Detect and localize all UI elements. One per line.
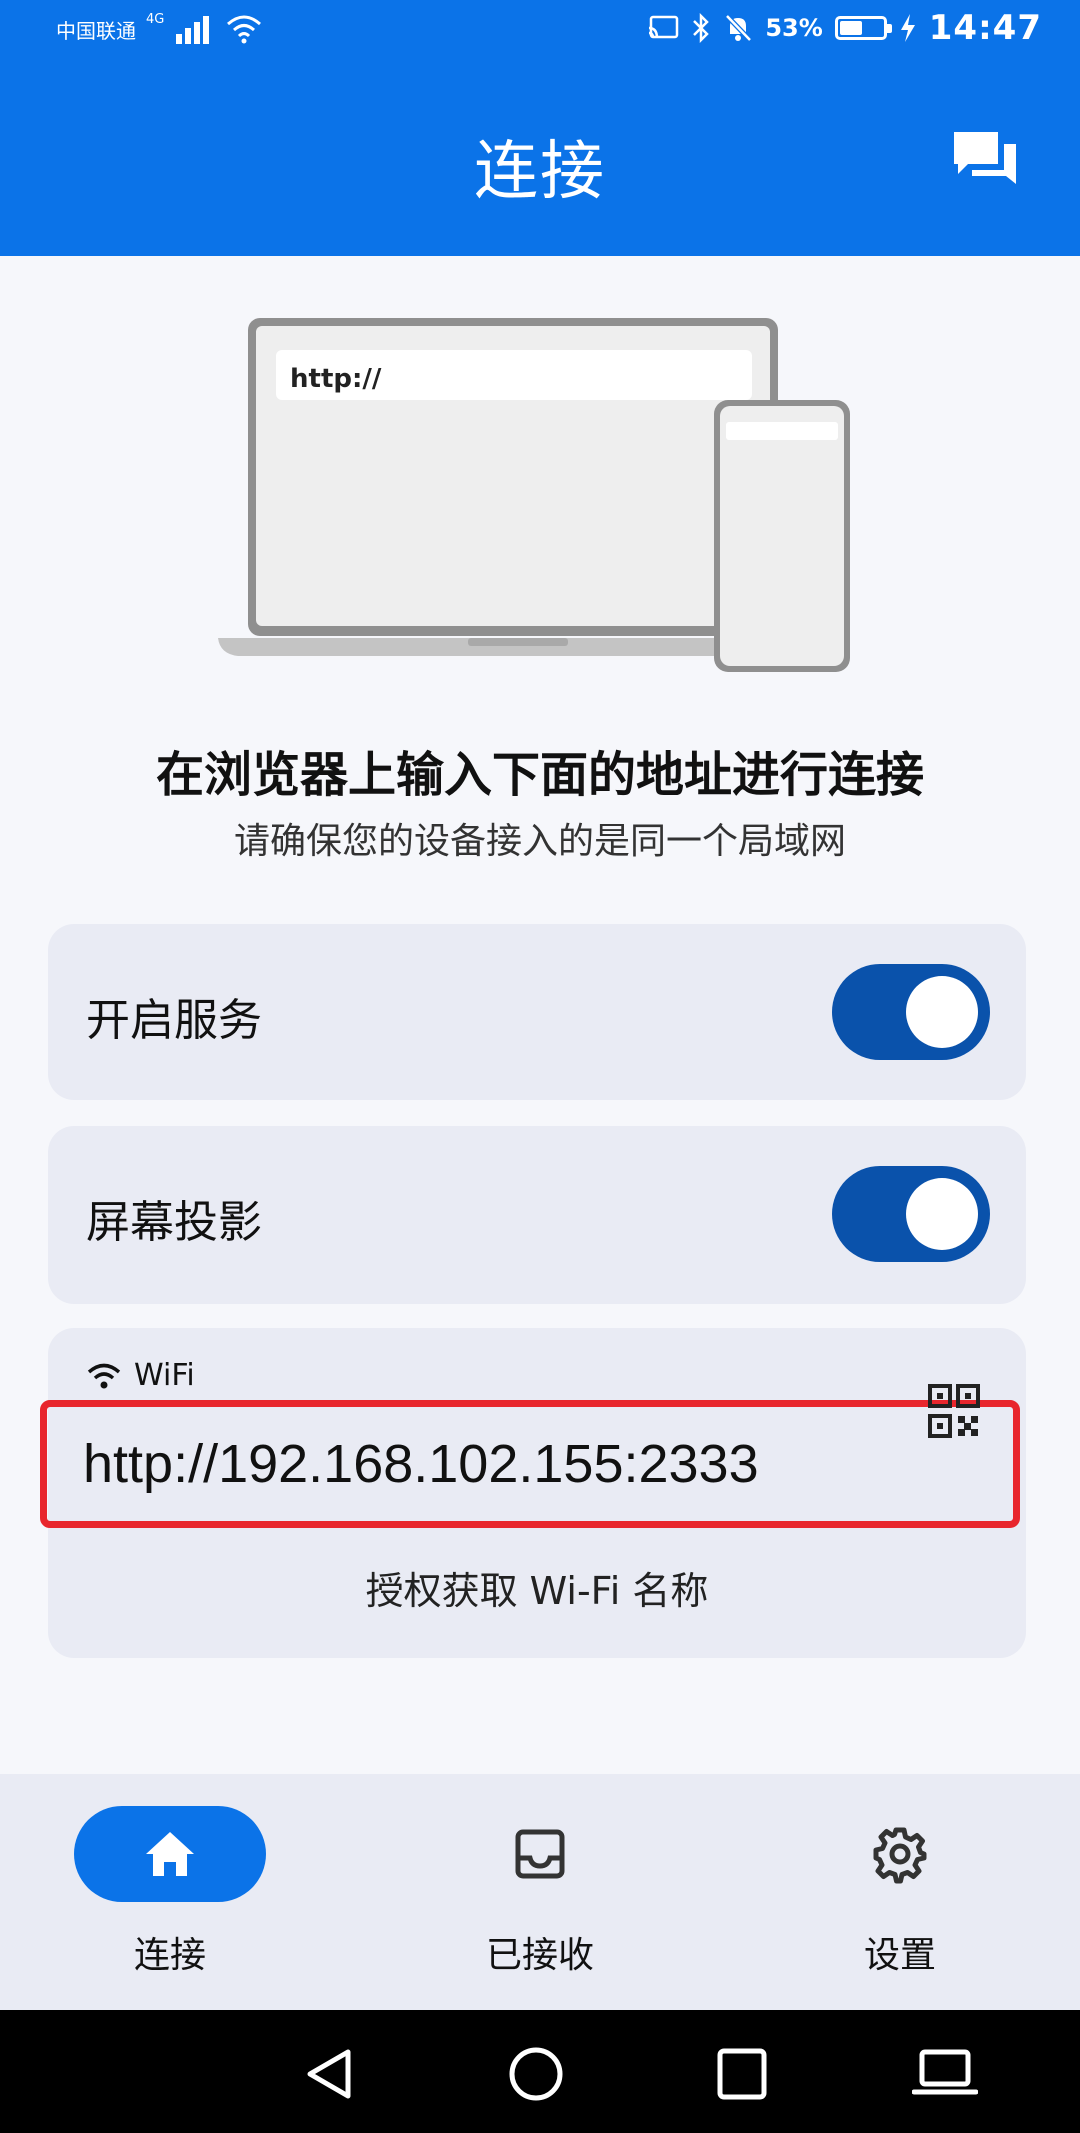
battery-icon <box>834 16 892 40</box>
instruction-headline: 在浏览器上输入下面的地址进行连接 <box>155 747 924 803</box>
clock: 14:47 <box>928 8 1042 48</box>
battery-percent: 53% <box>765 14 823 42</box>
app-header: 中国联通 4G 53% 14:47 连接 <box>0 0 1080 256</box>
bluetooth-icon <box>693 13 710 43</box>
service-label: 开启服务 <box>86 995 262 1046</box>
system-nav-bar <box>0 2010 1080 2133</box>
wifi-icon <box>87 1363 121 1388</box>
network-label: WiFi <box>134 1358 195 1393</box>
screen-projection-label: 屏幕投影 <box>86 1197 262 1248</box>
network-type: 4G <box>146 11 165 27</box>
back-icon[interactable] <box>300 2046 360 2102</box>
service-toggle[interactable] <box>832 964 990 1060</box>
nav-label: 已接收 <box>485 1935 594 1976</box>
instruction-subline: 请确保您的设备接入的是同一个局域网 <box>233 821 846 862</box>
page-title: 连接 <box>474 135 606 209</box>
signal-icon <box>176 16 210 44</box>
recents-icon[interactable] <box>712 2046 772 2102</box>
authorize-wifi-name-button[interactable]: 授权获取 Wi-Fi 名称 <box>48 1560 1026 1615</box>
wifi-icon <box>227 15 262 44</box>
service-card: 开启服务 <box>48 924 1026 1100</box>
mute-bell-icon <box>725 14 753 42</box>
screen-projection-toggle[interactable] <box>832 1166 990 1262</box>
nav-item-connect[interactable]: 连接 <box>50 1806 290 1986</box>
bottom-nav: 连接 已接收 设置 <box>0 1774 1080 2010</box>
server-address[interactable]: http://192.168.102.155:2333 <box>83 1433 759 1495</box>
laptop-icon[interactable] <box>912 2046 978 2102</box>
carrier-name: 中国联通 <box>56 18 136 43</box>
home-icon <box>146 1832 194 1876</box>
illustration-url: http:// <box>290 364 382 394</box>
cast-icon <box>649 15 679 39</box>
nav-label: 设置 <box>863 1935 936 1976</box>
screen-projection-card: 屏幕投影 <box>48 1126 1026 1304</box>
toggle-knob <box>906 1178 978 1250</box>
inbox-icon <box>515 1829 565 1879</box>
gear-icon <box>873 1827 927 1884</box>
chat-icon[interactable] <box>950 128 1020 194</box>
nav-item-received[interactable]: 已接收 <box>420 1806 660 1986</box>
nav-item-settings[interactable]: 设置 <box>780 1806 1020 1986</box>
address-card: WiFi http://192.168.102.155:2333 授权获取 Wi… <box>40 1328 1026 1658</box>
address-highlight: http://192.168.102.155:2333 <box>40 1400 1020 1528</box>
nav-label: 连接 <box>133 1935 206 1976</box>
home-circle-icon[interactable] <box>506 2046 566 2102</box>
charging-icon <box>900 14 915 42</box>
toggle-knob <box>906 976 978 1048</box>
status-bar: 中国联通 4G 53% 14:47 <box>0 0 1080 64</box>
qr-code-icon[interactable] <box>928 1384 982 1440</box>
